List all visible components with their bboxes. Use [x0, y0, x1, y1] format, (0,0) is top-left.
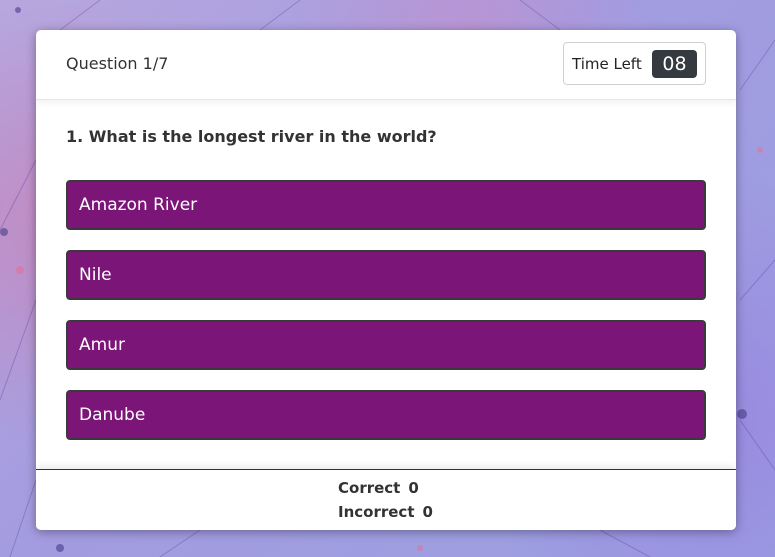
incorrect-score: Incorrect 0 — [338, 503, 433, 521]
question-text: 1. What is the longest river in the worl… — [66, 127, 437, 146]
correct-label: Correct — [338, 479, 401, 497]
quiz-header: Question 1/7 Time Left 08 — [36, 30, 736, 100]
question-counter: Question 1/7 — [66, 54, 169, 73]
incorrect-label: Incorrect — [338, 503, 415, 521]
option-button[interactable]: Amur — [66, 320, 706, 370]
correct-value: 0 — [408, 479, 419, 497]
time-left-label: Time Left — [572, 55, 642, 73]
timer-box: Time Left 08 — [563, 42, 706, 85]
correct-score: Correct 0 — [338, 479, 419, 497]
quiz-card: Question 1/7 Time Left 08 1. What is the… — [36, 30, 736, 530]
score-footer: Correct 0 Incorrect 0 — [36, 469, 736, 530]
time-left-value: 08 — [652, 50, 697, 78]
option-button[interactable]: Nile — [66, 250, 706, 300]
incorrect-value: 0 — [422, 503, 433, 521]
option-button[interactable]: Amazon River — [66, 180, 706, 230]
option-button[interactable]: Danube — [66, 390, 706, 440]
options-list: Amazon River Nile Amur Danube — [66, 180, 706, 460]
